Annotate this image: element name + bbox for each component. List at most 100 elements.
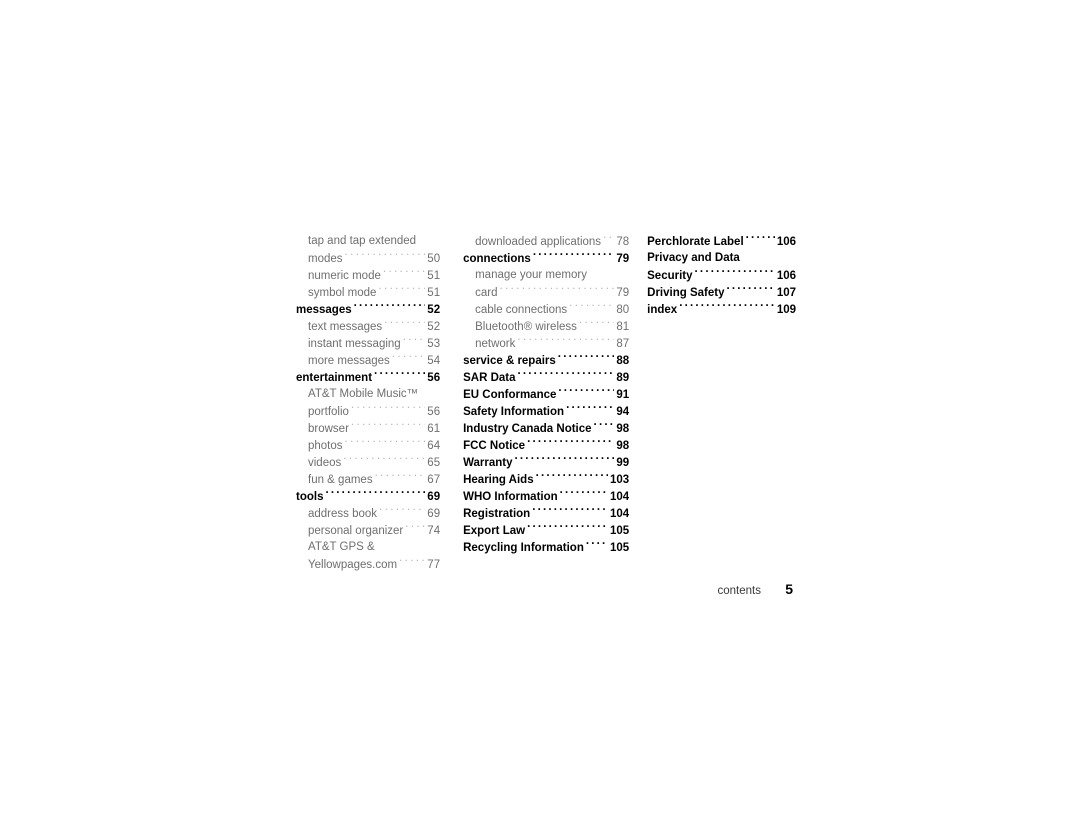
- toc-entry[interactable]: cable connections 80: [463, 301, 629, 318]
- toc-entry-page-number: 107: [776, 287, 796, 299]
- toc-entry[interactable]: service & repairs 88: [463, 352, 629, 369]
- toc-entry[interactable]: instant messaging 53: [296, 335, 440, 352]
- toc-entry-label: Warranty: [463, 457, 513, 469]
- toc-entry-page-number: 67: [427, 474, 441, 486]
- toc-entry-label: tap and tap extended: [308, 235, 417, 247]
- dot-leader: [532, 505, 608, 517]
- toc-entry[interactable]: manage your memory: [463, 267, 629, 284]
- dot-leader: [527, 437, 614, 449]
- toc-entry-page-number: 78: [616, 236, 630, 248]
- toc-entry[interactable]: Security 106: [647, 267, 796, 284]
- toc-entry[interactable]: Yellowpages.com 77: [296, 556, 440, 573]
- dot-leader: [384, 318, 425, 330]
- toc-entry[interactable]: Perchlorate Label 106: [647, 233, 796, 250]
- toc-entry[interactable]: Recycling Information 105: [463, 539, 629, 556]
- toc-entry[interactable]: numeric mode 51: [296, 267, 440, 284]
- toc-column-1: tap and tap extended modes 50 numeric mode 5…: [296, 233, 440, 573]
- dot-leader: [594, 420, 615, 432]
- toc-entry-label: instant messaging: [308, 338, 401, 350]
- toc-entry-page-number: 65: [427, 457, 441, 469]
- toc-entry-label: Bluetooth® wireless: [475, 321, 577, 333]
- toc-entry-page-number: 87: [616, 338, 630, 350]
- toc-entry[interactable]: portfolio 56: [296, 403, 440, 420]
- toc-entry-page-number: 52: [427, 304, 441, 316]
- toc-entry-page-number: 105: [609, 542, 630, 554]
- dot-leader: [345, 250, 426, 262]
- toc-entry-page-number: 77: [427, 559, 441, 571]
- toc-entry-page-number: 69: [427, 508, 441, 520]
- toc-entry-label: symbol mode: [308, 287, 377, 299]
- toc-entry-label: portfolio: [308, 406, 349, 418]
- toc-entry-page-number: 104: [609, 491, 630, 503]
- toc-entry-page-number: 81: [616, 321, 630, 333]
- toc-entry[interactable]: symbol mode 51: [296, 284, 440, 301]
- toc-entry[interactable]: AT&T GPS &: [296, 539, 440, 556]
- footer-section-title: contents: [717, 585, 761, 597]
- footer-page-number: 5: [785, 581, 793, 597]
- toc-entry-label: AT&T GPS &: [308, 541, 375, 553]
- toc-entry-label: AT&T Mobile Music™: [308, 388, 419, 400]
- toc-entry[interactable]: Registration 104: [463, 505, 629, 522]
- toc-entry[interactable]: address book 69: [296, 505, 440, 522]
- toc-entry-page-number: 98: [616, 423, 630, 435]
- toc-entry[interactable]: WHO Information 104: [463, 488, 629, 505]
- toc-entry[interactable]: Hearing Aids 103: [463, 471, 629, 488]
- dot-leader: [374, 369, 425, 381]
- toc-entry-label: service & repairs: [463, 355, 556, 367]
- toc-entry[interactable]: modes 50: [296, 250, 440, 267]
- toc-entry[interactable]: card 79: [463, 284, 629, 301]
- toc-entry[interactable]: connections 79: [463, 250, 629, 267]
- dot-leader: [527, 522, 608, 534]
- dot-leader: [558, 386, 614, 398]
- toc-entry[interactable]: entertainment 56: [296, 369, 440, 386]
- toc-entry[interactable]: messages 52: [296, 301, 440, 318]
- toc-entry-page-number: 61: [427, 423, 441, 435]
- toc-entry-label: WHO Information: [463, 491, 558, 503]
- toc-entry[interactable]: SAR Data 89: [463, 369, 629, 386]
- toc-entry[interactable]: Bluetooth® wireless 81: [463, 318, 629, 335]
- dot-leader: [533, 250, 615, 262]
- toc-entry[interactable]: browser 61: [296, 420, 440, 437]
- toc-entry-page-number: 104: [609, 508, 630, 520]
- toc-column-3: Perchlorate Label 106 Privacy and Data Secu…: [647, 233, 796, 318]
- toc-entry[interactable]: text messages 52: [296, 318, 440, 335]
- toc-entry-page-number: 56: [427, 372, 441, 384]
- toc-entry-page-number: 51: [427, 287, 441, 299]
- toc-entry[interactable]: more messages 54: [296, 352, 440, 369]
- toc-entry-label: Yellowpages.com: [308, 559, 398, 571]
- toc-entry-label: Driving Safety: [647, 287, 725, 299]
- toc-entry[interactable]: Industry Canada Notice 98: [463, 420, 629, 437]
- toc-entry-label: FCC Notice: [463, 440, 526, 452]
- dot-leader: [569, 301, 614, 313]
- toc-entry[interactable]: FCC Notice 98: [463, 437, 629, 454]
- toc-entry-label: Hearing Aids: [463, 474, 534, 486]
- toc-entry-page-number: 109: [776, 304, 796, 316]
- toc-entry-label: videos: [308, 457, 342, 469]
- toc-entry[interactable]: AT&T Mobile Music™: [296, 386, 440, 403]
- toc-entry[interactable]: tap and tap extended: [296, 233, 440, 250]
- toc-entry[interactable]: tools 69: [296, 488, 440, 505]
- dot-leader: [558, 352, 615, 364]
- toc-entry-label: personal organizer: [308, 525, 404, 537]
- toc-entry[interactable]: fun & games 67: [296, 471, 440, 488]
- toc-entry[interactable]: Driving Safety 107: [647, 284, 796, 301]
- toc-entry-label: Industry Canada Notice: [463, 423, 592, 435]
- toc-entry[interactable]: Safety Information 94: [463, 403, 629, 420]
- toc-entry-page-number: 94: [616, 406, 630, 418]
- toc-entry[interactable]: Privacy and Data: [647, 250, 796, 267]
- toc-entry[interactable]: downloaded applications 78: [463, 233, 629, 250]
- toc-entry[interactable]: photos 64: [296, 437, 440, 454]
- toc-entry[interactable]: Export Law 105: [463, 522, 629, 539]
- toc-entry-label: card: [475, 287, 498, 299]
- dot-leader: [586, 539, 608, 551]
- toc-entry[interactable]: Warranty 99: [463, 454, 629, 471]
- toc-entry[interactable]: videos 65: [296, 454, 440, 471]
- toc-entry[interactable]: personal organizer 74: [296, 522, 440, 539]
- toc-entry[interactable]: network 87: [463, 335, 629, 352]
- dot-leader: [603, 233, 614, 245]
- toc-entry[interactable]: EU Conformance 91: [463, 386, 629, 403]
- toc-entry-page-number: 98: [616, 440, 630, 452]
- document-page: tap and tap extended modes 50 numeric mode 5…: [0, 0, 1080, 834]
- page-footer: contents 5: [296, 581, 793, 597]
- toc-entry[interactable]: index 109: [647, 301, 796, 318]
